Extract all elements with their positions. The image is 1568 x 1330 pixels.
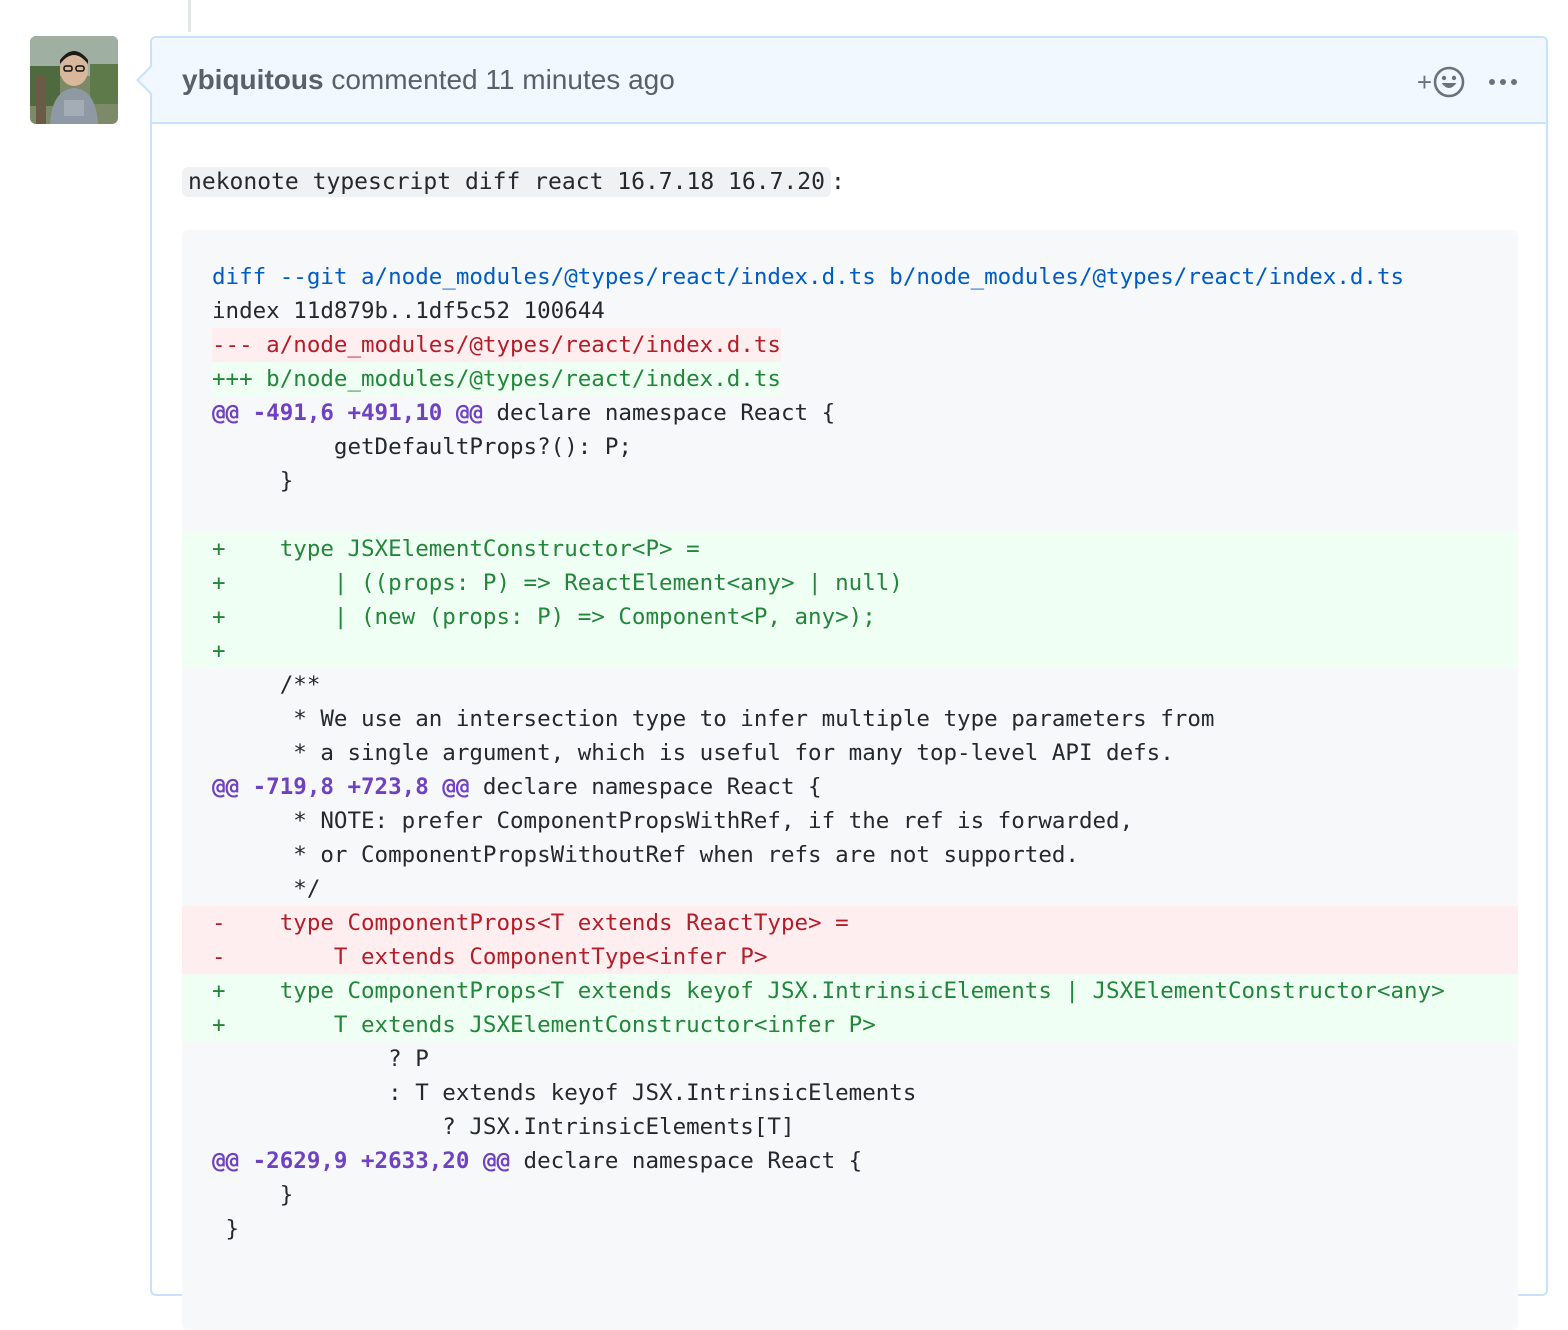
diff-line-context: * We use an intersection type to infer m… xyxy=(182,702,1518,736)
diff-line-text: } xyxy=(212,1182,294,1208)
diff-line-del: - T extends ComponentType<infer P> xyxy=(182,940,1518,974)
comment-box: ybiquitous commented 11 minutes ago + ne… xyxy=(136,36,1548,1330)
kebab-horizontal-icon xyxy=(1489,79,1517,85)
diff-line-context: } xyxy=(182,1212,1518,1246)
diff-line-text: /** xyxy=(212,672,321,698)
diff-line-context xyxy=(182,498,1518,532)
diff-line-text: ? JSX.IntrinsicElements[T] xyxy=(212,1114,795,1140)
diff-line-text: diff --git a/node_modules/@types/react/i… xyxy=(212,264,1405,290)
author-link[interactable]: ybiquitous xyxy=(182,64,324,95)
diff-line-hunk: @@ -491,6 +491,10 @@ declare namespace R… xyxy=(182,396,1518,430)
comment-header: ybiquitous commented 11 minutes ago + xyxy=(152,38,1546,124)
diff-line-add: + type JSXElementConstructor<P> = xyxy=(182,532,1518,566)
diff-line-context: * NOTE: prefer ComponentPropsWithRef, if… xyxy=(182,804,1518,838)
diff-line-text: declare namespace React { xyxy=(469,774,822,800)
diff-line-meta: diff --git a/node_modules/@types/react/i… xyxy=(182,260,1518,294)
diff-line-add: + | ((props: P) => ReactElement<any> | n… xyxy=(182,566,1518,600)
diff-code-block: diff --git a/node_modules/@types/react/i… xyxy=(182,230,1518,1330)
diff-line-add: + xyxy=(182,634,1518,668)
diff-line-text: ? P xyxy=(212,1046,429,1072)
diff-line-text: getDefaultProps?(): P; xyxy=(212,434,632,460)
timeline-line xyxy=(188,0,191,32)
diff-line-add-hdr: +++ b/node_modules/@types/react/index.d.… xyxy=(182,362,1518,396)
diff-line-text: } xyxy=(212,468,294,494)
comment-timestamp[interactable]: 11 minutes ago xyxy=(485,64,674,95)
command-suffix: : xyxy=(830,169,845,195)
diff-line-text: + T extends JSXElementConstructor<infer … xyxy=(212,1012,876,1038)
diff-line-text: +++ b/node_modules/@types/react/index.d.… xyxy=(212,362,781,396)
hunk-range: @@ -719,8 +723,8 @@ xyxy=(212,774,470,800)
command-code: nekonote typescript diff react 16.7.18 1… xyxy=(182,167,831,197)
diff-line-text: * We use an intersection type to infer m… xyxy=(212,706,1215,732)
hunk-range: @@ -2629,9 +2633,20 @@ xyxy=(212,1148,511,1174)
diff-line-text xyxy=(212,498,226,532)
diff-line-add: + T extends JSXElementConstructor<infer … xyxy=(182,1008,1518,1042)
diff-line-text: declare namespace React { xyxy=(482,400,836,426)
diff-line-text: + xyxy=(212,638,226,664)
plus-icon: + xyxy=(1416,66,1432,97)
diff-line-text: index 11d879b..1df5c52 100644 xyxy=(212,298,605,324)
diff-line-text: */ xyxy=(212,876,321,902)
diff-line-context: * or ComponentPropsWithoutRef when refs … xyxy=(182,838,1518,872)
smiley-icon xyxy=(1433,66,1465,98)
diff-line-context: : T extends keyof JSX.IntrinsicElements xyxy=(182,1076,1518,1110)
diff-line-context: /** xyxy=(182,668,1518,702)
diff-line-text: --- a/node_modules/@types/react/index.d.… xyxy=(212,328,781,362)
diff-line-context: ? JSX.IntrinsicElements[T] xyxy=(182,1110,1518,1144)
hunk-range: @@ -491,6 +491,10 @@ xyxy=(212,400,483,426)
diff-line-context: getDefaultProps?(): P; xyxy=(182,430,1518,464)
diff-line-text: - T extends ComponentType<infer P> xyxy=(212,944,768,970)
diff-line-text: + type ComponentProps<T extends keyof JS… xyxy=(212,978,1445,1004)
diff-line-del-hdr: --- a/node_modules/@types/react/index.d.… xyxy=(182,328,1518,362)
diff-line-del: - type ComponentProps<T extends ReactTyp… xyxy=(182,906,1518,940)
diff-line-text: + type JSXElementConstructor<P> = xyxy=(212,536,700,562)
diff-line-text: - type ComponentProps<T extends ReactTyp… xyxy=(212,910,849,936)
diff-line-text: + | ((props: P) => ReactElement<any> | n… xyxy=(212,570,903,596)
avatar-image xyxy=(30,36,118,124)
diff-line-hunk: @@ -2629,9 +2633,20 @@ declare namespace… xyxy=(182,1144,1518,1178)
comment-meta: ybiquitous commented 11 minutes ago xyxy=(182,64,675,96)
diff-line-hunk: @@ -719,8 +723,8 @@ declare namespace Re… xyxy=(182,770,1518,804)
diff-line-text: + | (new (props: P) => Component<P, any>… xyxy=(212,604,876,630)
diff-line-context: ? P xyxy=(182,1042,1518,1076)
diff-line-context: index 11d879b..1df5c52 100644 xyxy=(182,294,1518,328)
more-options-button[interactable] xyxy=(1488,62,1518,102)
diff-line-add: + type ComponentProps<T extends keyof JS… xyxy=(182,974,1518,1008)
diff-line-text: declare namespace React { xyxy=(510,1148,863,1174)
diff-line-text: : T extends keyof JSX.IntrinsicElements xyxy=(212,1080,917,1106)
diff-line-context: } xyxy=(182,1178,1518,1212)
comment-action: commented xyxy=(331,64,478,95)
diff-line-text: * a single argument, which is useful for… xyxy=(212,740,1174,766)
diff-line-context: * a single argument, which is useful for… xyxy=(182,736,1518,770)
diff-line-text: * or ComponentPropsWithoutRef when refs … xyxy=(212,842,1079,868)
diff-line-add: + | (new (props: P) => Component<P, any>… xyxy=(182,600,1518,634)
diff-line-context: } xyxy=(182,464,1518,498)
add-reaction-button[interactable]: + xyxy=(1417,62,1466,102)
command-line: nekonote typescript diff react 16.7.18 1… xyxy=(182,162,845,202)
diff-line-text: * NOTE: prefer ComponentPropsWithRef, if… xyxy=(212,808,1134,834)
diff-line-context: */ xyxy=(182,872,1518,906)
diff-line-text: } xyxy=(212,1216,240,1242)
avatar[interactable] xyxy=(30,36,118,124)
